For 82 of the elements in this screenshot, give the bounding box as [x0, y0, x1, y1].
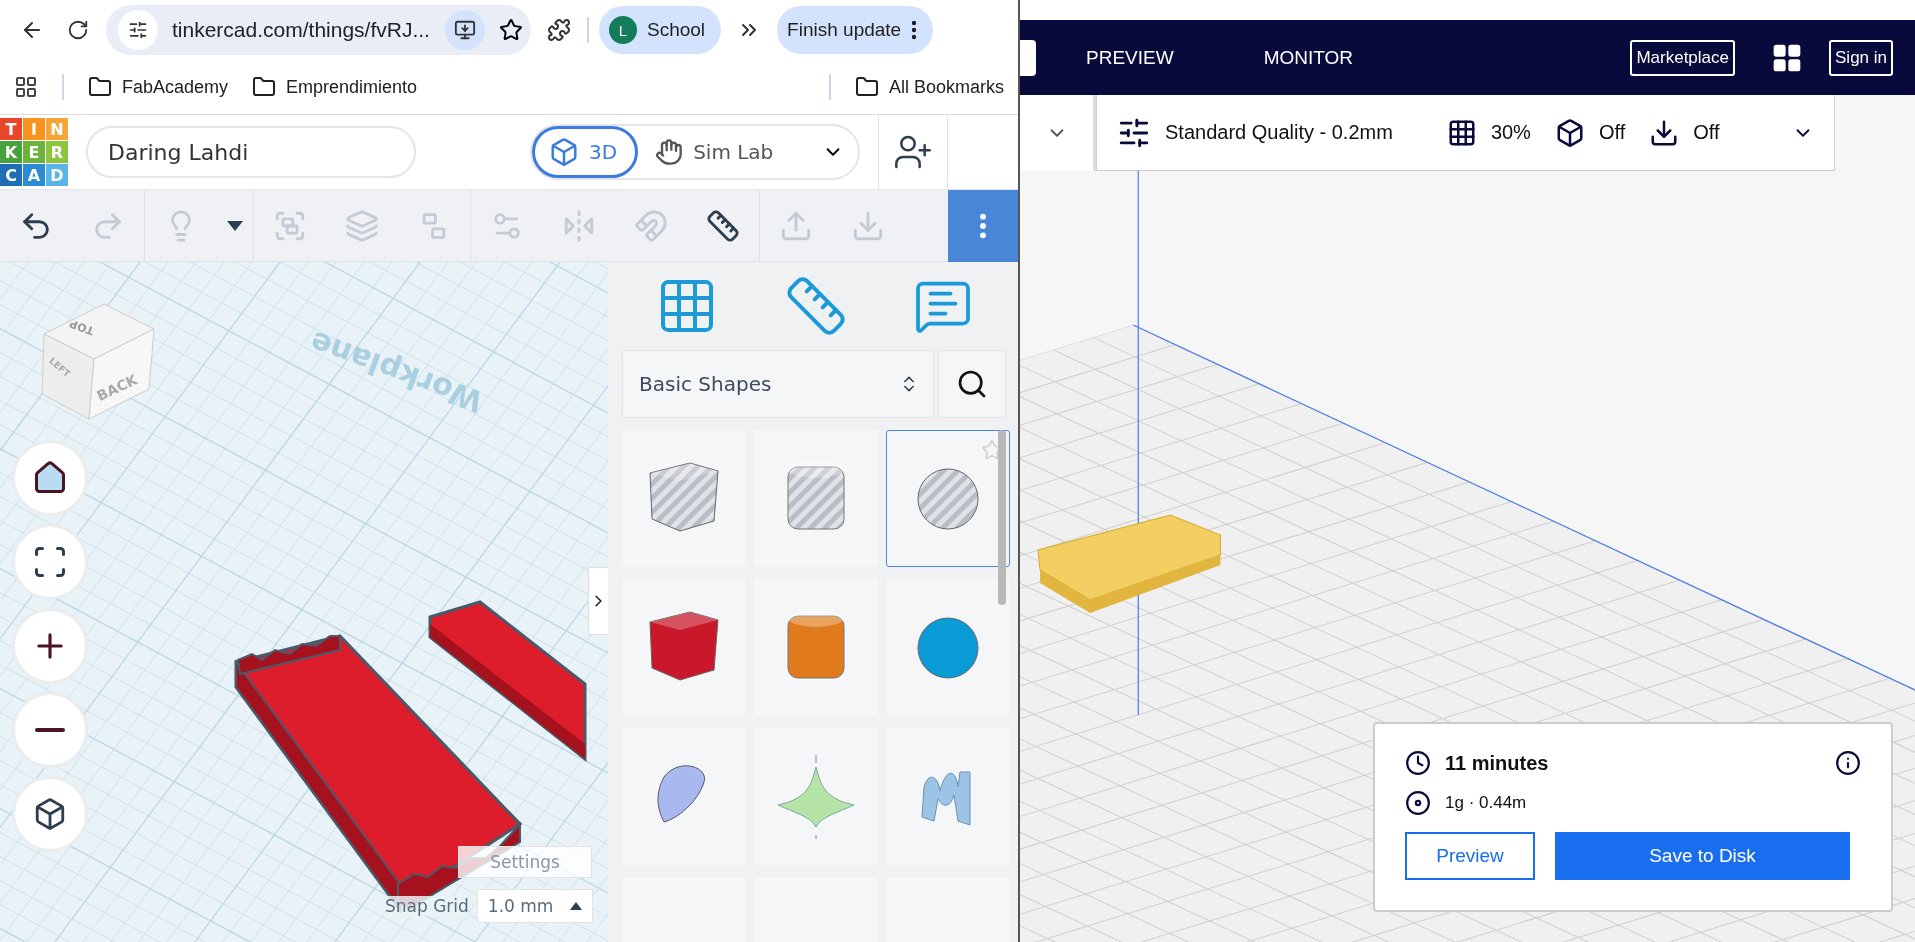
shape-tile[interactable]	[754, 579, 878, 716]
kebab-icon	[911, 20, 918, 40]
logo-letter: N	[46, 118, 68, 140]
shape-tile[interactable]	[886, 728, 1010, 865]
spool-icon	[1405, 790, 1431, 816]
add-user-button[interactable]	[878, 114, 948, 190]
avatar: L	[609, 16, 637, 44]
nav-link[interactable]: PREVIEW	[1086, 46, 1174, 69]
support-text: Off	[1598, 121, 1626, 144]
mirror-icon	[562, 208, 596, 243]
material-usage: 1g · 0.44m	[1445, 793, 1527, 813]
folder-icon	[854, 75, 879, 99]
shape-tile[interactable]	[754, 430, 878, 567]
ruler-icon[interactable]	[784, 274, 848, 338]
folder-icon	[252, 75, 277, 99]
logo-letter: C	[0, 164, 22, 186]
search-icon	[956, 368, 988, 400]
logo-letter: I	[23, 118, 45, 140]
hand-icon	[655, 138, 684, 166]
search-button[interactable]	[938, 350, 1006, 418]
apps-icon	[14, 75, 38, 99]
profile-button[interactable]: L School	[599, 6, 722, 54]
puzzle-icon	[547, 18, 571, 42]
all-bookmarks-item[interactable]: All Bookmarks	[854, 75, 1004, 99]
print-time: 11 minutes	[1445, 751, 1549, 775]
category-select[interactable]: Basic Shapes	[622, 350, 934, 418]
info-icon[interactable]	[1835, 750, 1861, 776]
finish-update-button[interactable]: Finish update	[777, 6, 934, 54]
snap-grid-select[interactable]: 1.0 mm	[476, 889, 593, 923]
logo-letter: E	[23, 141, 45, 163]
home-view-button[interactable]	[12, 440, 88, 516]
save-to-disk-button[interactable]: Save to Disk	[1555, 832, 1850, 880]
shape-tile[interactable]	[622, 430, 746, 567]
url-text: tinkercad.com/things/fvRJ...	[172, 18, 431, 42]
fit-view-icon	[32, 544, 68, 580]
infill-text: 30%	[1490, 121, 1531, 144]
reload-icon	[67, 19, 89, 41]
profile-text: Standard Quality - 0.2mm	[1165, 121, 1393, 144]
magnet-icon	[634, 208, 668, 243]
design-name-field[interactable]: Daring Lahdi	[86, 126, 416, 178]
layers-icon	[345, 208, 379, 243]
site-settings-icon	[128, 20, 148, 40]
nav-link[interactable]: MONITOR	[1263, 46, 1353, 69]
panel-toggle-button[interactable]	[588, 567, 608, 635]
address-bar[interactable]: tinkercad.com/things/fvRJ...	[106, 5, 531, 55]
logo-letter: D	[46, 164, 68, 186]
kebab-icon	[979, 211, 987, 240]
preview-button[interactable]: Preview	[1405, 832, 1535, 880]
zoom-in-button[interactable]	[12, 608, 88, 684]
fit-view-button[interactable]	[12, 524, 88, 600]
logo-letter: T	[0, 118, 22, 140]
bookmark-item[interactable]: Emprendimiento	[252, 75, 418, 99]
input-field[interactable]	[1020, 39, 1036, 76]
perspective-button[interactable]	[12, 776, 88, 852]
minus-icon	[35, 728, 65, 732]
marketplace-button[interactable]: Marketplace	[1630, 39, 1735, 76]
ruler-icon	[706, 208, 740, 243]
caret-icon	[569, 902, 582, 910]
sign-in-button[interactable]: Sign in	[1829, 39, 1893, 76]
mode-tab[interactable]: 3D	[532, 126, 639, 178]
adhesion-text: Off	[1693, 121, 1720, 144]
bookmark-item[interactable]: FabAcademy	[88, 75, 229, 99]
scrollbar[interactable]	[998, 430, 1006, 605]
snap-grid-label: Snap Grid	[385, 896, 469, 916]
bookmark-star-icon	[499, 18, 523, 42]
clock-icon	[1405, 750, 1431, 776]
logo-letter: K	[0, 141, 22, 163]
zoom-out-button[interactable]	[12, 692, 88, 768]
shape-tile[interactable]	[886, 430, 1010, 567]
shape-tile[interactable]	[622, 728, 746, 865]
logo-letter: R	[46, 141, 68, 163]
cube-icon	[33, 797, 67, 831]
shape-tile[interactable]	[622, 579, 746, 716]
shape-tile[interactable]	[754, 728, 878, 865]
logo-letter: A	[23, 164, 45, 186]
install-app-icon	[454, 19, 476, 41]
folder-icon	[88, 75, 112, 99]
print-settings-bar[interactable]: Standard Quality - 0.2mm 30% Off Off	[1096, 95, 1835, 171]
cube-icon	[549, 137, 579, 167]
caret-icon	[227, 220, 243, 231]
home-icon	[32, 460, 68, 496]
shape-tile[interactable]	[886, 579, 1010, 716]
